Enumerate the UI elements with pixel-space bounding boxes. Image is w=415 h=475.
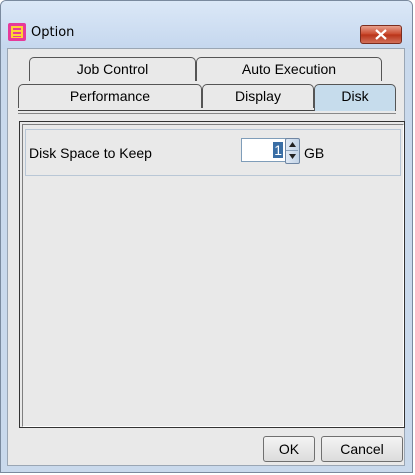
disk-space-unit: GB bbox=[304, 145, 325, 161]
caret-down-icon bbox=[289, 154, 296, 159]
disk-space-value: 1 bbox=[273, 142, 283, 158]
ok-button[interactable]: OK bbox=[263, 436, 315, 462]
close-button[interactable] bbox=[360, 25, 402, 44]
spin-down-button[interactable] bbox=[286, 151, 298, 162]
disk-space-label: Disk Space to Keep bbox=[29, 145, 152, 161]
disk-space-stepper[interactable] bbox=[285, 138, 300, 164]
app-icon bbox=[8, 23, 26, 41]
caret-up-icon bbox=[289, 142, 296, 147]
tab-baseline bbox=[18, 110, 314, 111]
tab-performance[interactable]: Performance bbox=[18, 84, 202, 108]
spin-up-button[interactable] bbox=[286, 139, 298, 151]
tab-job-control[interactable]: Job Control bbox=[29, 57, 196, 81]
tab-auto-execution[interactable]: Auto Execution bbox=[196, 57, 382, 81]
window-title: Option bbox=[31, 25, 75, 40]
tab-baseline-shadow bbox=[18, 113, 396, 114]
disk-space-input[interactable]: 1 bbox=[241, 138, 288, 162]
tab-disk[interactable]: Disk bbox=[314, 84, 396, 111]
tab-display[interactable]: Display bbox=[202, 84, 314, 108]
close-icon bbox=[375, 29, 387, 40]
cancel-button[interactable]: Cancel bbox=[321, 436, 403, 462]
